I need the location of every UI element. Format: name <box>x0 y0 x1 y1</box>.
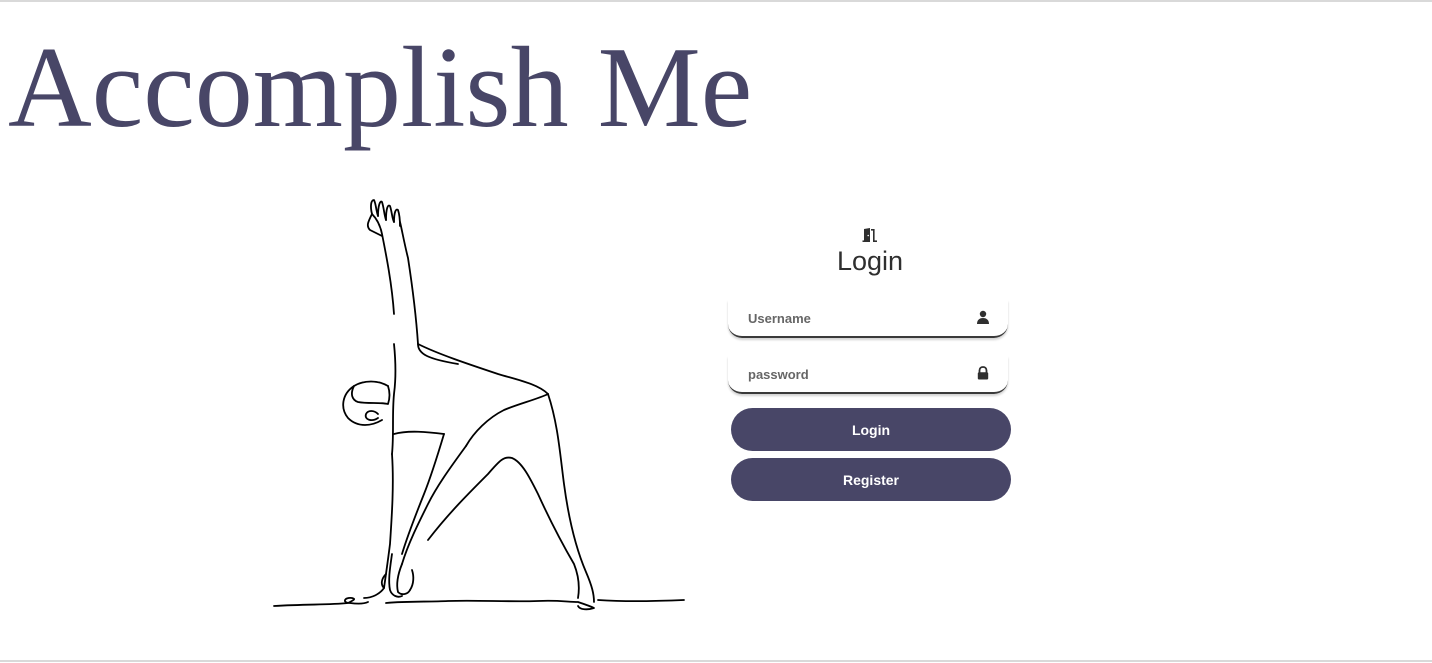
user-icon <box>977 310 989 324</box>
app-title: Accomplish Me <box>8 24 753 152</box>
login-panel: Login Login Register <box>726 226 1014 501</box>
register-button[interactable]: Register <box>731 458 1011 501</box>
username-input[interactable] <box>728 300 1008 336</box>
yoga-illustration <box>273 199 685 611</box>
username-field <box>728 300 1008 338</box>
bottom-divider <box>0 660 1432 662</box>
page: Accomplish Me Login Username Login Regis… <box>0 0 1432 663</box>
login-button[interactable]: Login <box>731 408 1011 451</box>
top-divider <box>0 0 1432 2</box>
password-input[interactable] <box>728 356 1008 392</box>
login-heading: Login <box>836 246 904 276</box>
lock-icon <box>977 366 989 380</box>
door-icon <box>862 228 877 242</box>
password-field <box>728 356 1008 394</box>
